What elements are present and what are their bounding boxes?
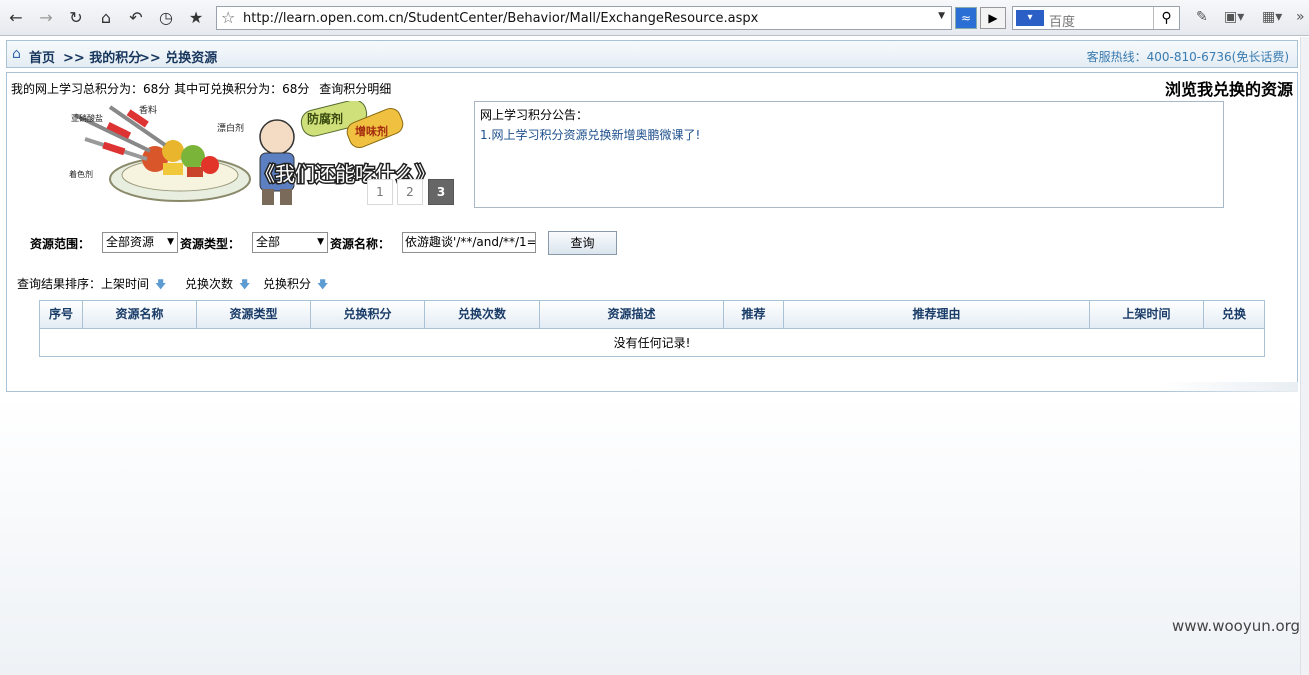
- table-header: 序号 资源名称 资源类型 兑换积分 兑换次数 资源描述 推荐 推荐理由 上架时间…: [40, 301, 1264, 329]
- banner-page-2[interactable]: 2: [397, 179, 423, 205]
- notice-item[interactable]: 1.网上学习积分资源兑换新增奥鹏微课了!: [480, 126, 700, 143]
- col-recommend-reason: 推荐理由: [784, 301, 1090, 328]
- chevron-down-icon: ▼: [317, 237, 324, 247]
- resource-range-label: 资源范围：: [30, 237, 91, 251]
- edit-icon[interactable]: ✎: [1196, 9, 1208, 25]
- banner-page-1[interactable]: 1: [367, 179, 393, 205]
- sort-by-exchange-points[interactable]: 兑换积分 🡇: [263, 275, 328, 295]
- resource-name-input[interactable]: 依游趣谈'/**/and/**/1=2--: [402, 232, 536, 253]
- address-bar[interactable]: ☆ http://learn.open.com.cn/StudentCenter…: [216, 6, 952, 30]
- chevron-down-icon: ▼: [167, 237, 174, 247]
- sort-option-label: 上架时间: [101, 277, 150, 291]
- address-dropdown-icon[interactable]: ▼: [938, 11, 945, 21]
- reload-icon[interactable]: ↻: [66, 8, 86, 28]
- sort-option-label: 兑换积分: [263, 277, 312, 291]
- extension-icon[interactable]: ≈: [955, 7, 977, 29]
- banner-label-bleach: 漂白剂: [217, 122, 244, 134]
- col-recommend: 推荐: [724, 301, 784, 328]
- score-detail-link[interactable]: 查询积分明细: [319, 82, 391, 96]
- sort-label: 查询结果排序：: [17, 277, 102, 291]
- sort-arrow-down-icon: 🡇: [239, 278, 251, 291]
- page-content: ⌂ 首页 >> 我的积分 >> 兑换资源 客服热线：400-810-6736(免…: [0, 37, 1309, 675]
- main-panel: 我的网上学习总积分为：68分 其中可兑换积分为：68分 查询积分明细 浏览我兑换…: [6, 72, 1298, 392]
- search-icon[interactable]: ⚲: [1153, 7, 1179, 29]
- resource-name-label: 资源名称：: [330, 237, 391, 251]
- page-scrollbar[interactable]: [1300, 37, 1309, 675]
- search-box[interactable]: ▾ 百度 ⚲: [1012, 6, 1180, 30]
- banner-label-nitrite: 亚硝酸盐: [71, 113, 103, 123]
- col-resource-description: 资源描述: [540, 301, 724, 328]
- resource-range-value: 全部资源: [106, 235, 155, 249]
- breadcrumb-home[interactable]: 首页: [29, 47, 55, 66]
- col-resource-type: 资源类型: [197, 301, 311, 328]
- banner-label-flavor-enhancer: 增味剂: [355, 124, 388, 138]
- empty-message: 没有任何记录!: [613, 336, 691, 350]
- browse-my-exchanges-link[interactable]: 浏览我兑换的资源: [1165, 76, 1293, 100]
- sort-arrow-down-icon: 🡇: [155, 278, 167, 291]
- col-index: 序号: [40, 301, 83, 328]
- sort-arrow-down-icon: 🡇: [317, 278, 329, 291]
- resource-table: 序号 资源名称 资源类型 兑换积分 兑换次数 资源描述 推荐 推荐理由 上架时间…: [39, 300, 1265, 357]
- more-icon[interactable]: »: [1296, 9, 1305, 25]
- panel-shadow: [1160, 382, 1298, 392]
- sort-by-shelf-time[interactable]: 上架时间 🡇: [101, 275, 166, 295]
- points-notice: 网上学习积分公告： 1.网上学习积分资源兑换新增奥鹏微课了!: [474, 101, 1224, 208]
- resource-type-value: 全部: [256, 235, 281, 249]
- favorite-icon[interactable]: ☆: [221, 8, 235, 27]
- breadcrumb-my-points[interactable]: >> 我的积分: [63, 47, 141, 66]
- banner-label-preservative: 防腐剂: [307, 111, 343, 126]
- banner-label-colorant: 着色剂: [69, 169, 93, 179]
- breadcrumb: ⌂ 首页 >> 我的积分 >> 兑换资源 客服热线：400-810-6736(免…: [6, 40, 1298, 68]
- notice-title: 网上学习积分公告：: [480, 108, 589, 122]
- translate-icon[interactable]: ▦▾: [1262, 9, 1282, 25]
- search-engine-icon[interactable]: ▾: [1016, 10, 1044, 26]
- home-page-icon[interactable]: ⌂: [12, 46, 21, 62]
- exchangeable-score: 其中可兑换积分为：68分: [174, 82, 310, 96]
- resource-type-select[interactable]: 全部 ▼: [252, 232, 328, 253]
- bookmark-star-icon[interactable]: ★: [186, 8, 206, 28]
- col-exchange-points: 兑换积分: [311, 301, 425, 328]
- score-summary: 我的网上学习总积分为：68分 其中可兑换积分为：68分 查询积分明细: [11, 80, 391, 97]
- home-icon[interactable]: ⌂: [96, 8, 116, 28]
- go-button[interactable]: ▶: [980, 7, 1006, 29]
- total-score: 我的网上学习总积分为：68分: [11, 82, 171, 96]
- back-icon[interactable]: ←: [6, 8, 26, 28]
- col-exchange-count: 兑换次数: [425, 301, 540, 328]
- resource-type-label: 资源类型：: [180, 237, 241, 251]
- query-button[interactable]: 查询: [548, 231, 617, 255]
- col-shelf-time: 上架时间: [1090, 301, 1204, 328]
- watermark: www.wooyun.org: [1172, 617, 1301, 635]
- sort-by-exchange-count[interactable]: 兑换次数 🡇: [185, 275, 250, 295]
- address-text[interactable]: http://learn.open.com.cn/StudentCenter/B…: [243, 11, 758, 26]
- search-input[interactable]: 百度: [1049, 11, 1075, 30]
- banner-label-spice: 香料: [139, 104, 157, 116]
- browser-toolbar: ← → ↻ ⌂ ↶ ◷ ★ ☆ http://learn.open.com.cn…: [0, 0, 1309, 36]
- resource-range-select[interactable]: 全部资源 ▼: [102, 232, 178, 253]
- col-exchange: 兑换: [1221, 307, 1246, 321]
- screenshot-icon[interactable]: ▣▾: [1224, 9, 1244, 25]
- col-resource-name: 资源名称: [83, 301, 197, 328]
- history-icon[interactable]: ◷: [156, 8, 176, 28]
- banner-page-3[interactable]: 3: [428, 179, 454, 205]
- forward-icon[interactable]: →: [36, 8, 56, 28]
- service-hotline: 客服热线：400-810-6736(免长话费): [1086, 50, 1289, 64]
- undo-icon[interactable]: ↶: [126, 8, 146, 28]
- breadcrumb-exchange-resource: >> 兑换资源: [139, 51, 218, 66]
- sort-option-label: 兑换次数: [185, 277, 234, 291]
